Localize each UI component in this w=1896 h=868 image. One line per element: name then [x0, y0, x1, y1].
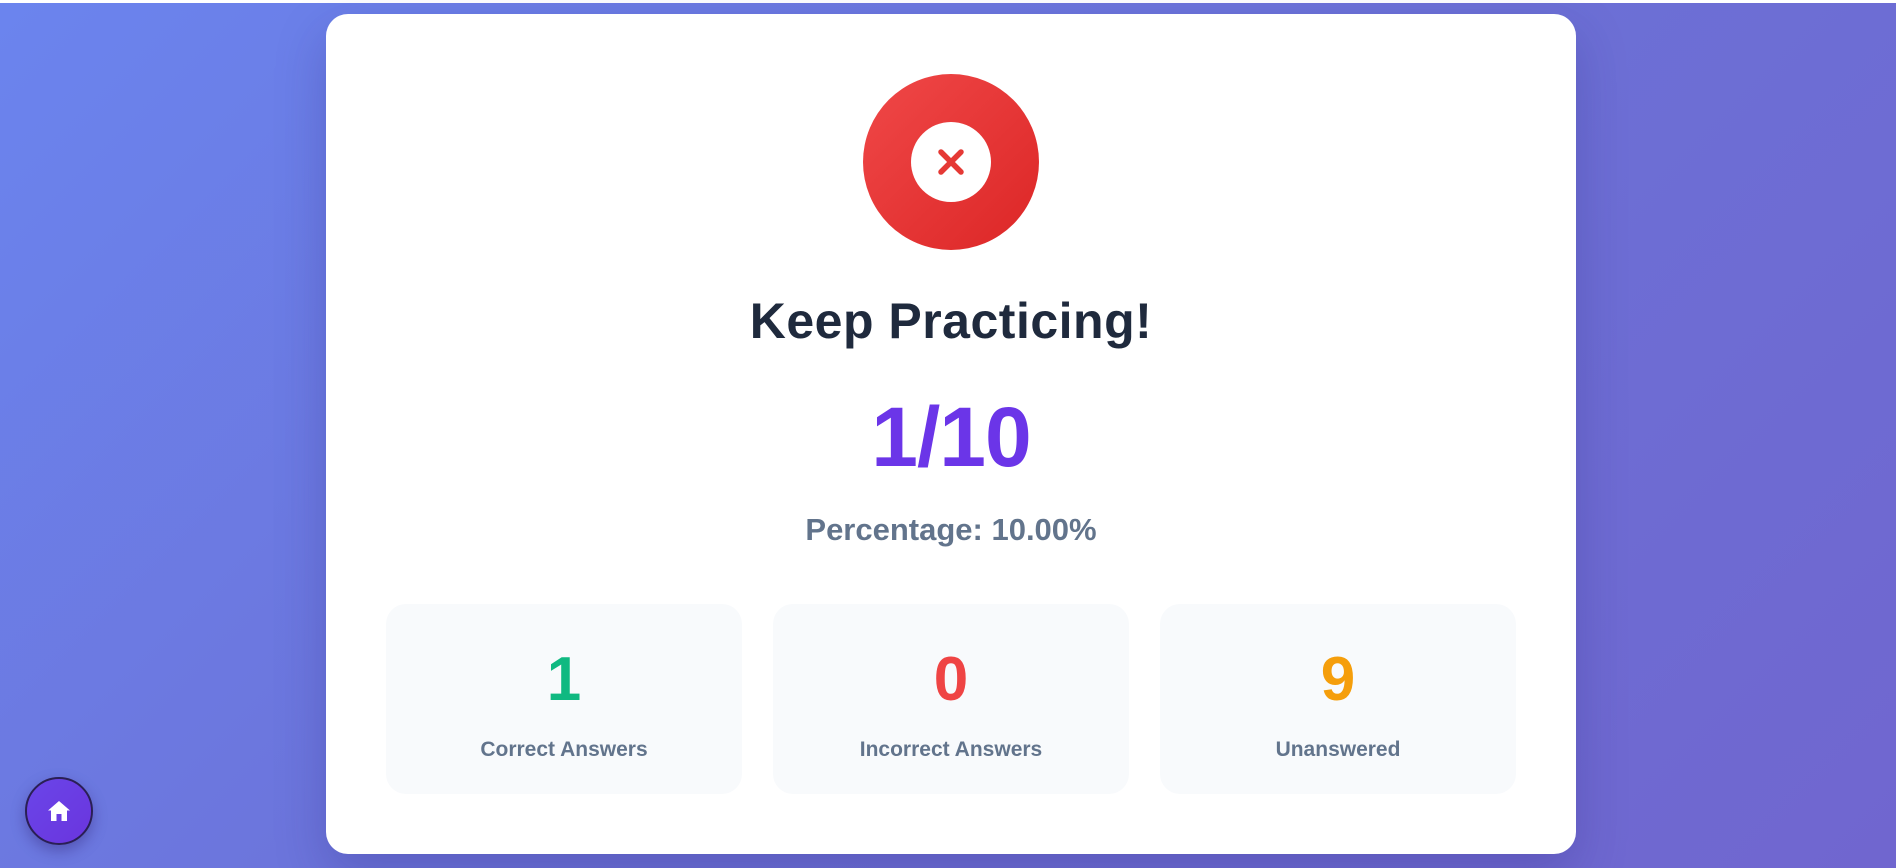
close-icon: [938, 149, 964, 175]
percentage-text: Percentage: 10.00%: [805, 512, 1097, 547]
score-value: 1/10: [871, 390, 1032, 484]
result-badge: [863, 74, 1039, 250]
stat-correct: 1 Correct Answers: [386, 604, 742, 794]
home-button[interactable]: [25, 777, 93, 845]
stat-unanswered: 9 Unanswered: [1160, 604, 1516, 794]
top-edge: [0, 0, 1896, 3]
stat-correct-value: 1: [546, 645, 582, 714]
stat-incorrect-value: 0: [933, 645, 969, 714]
results-card: Keep Practicing! 1/10 Percentage: 10.00%…: [326, 14, 1576, 854]
stat-incorrect: 0 Incorrect Answers: [773, 604, 1129, 794]
stat-unanswered-label: Unanswered: [1275, 738, 1401, 761]
stat-correct-label: Correct Answers: [480, 738, 648, 761]
stat-unanswered-value: 9: [1320, 645, 1356, 714]
stat-incorrect-label: Incorrect Answers: [859, 738, 1043, 761]
result-title: Keep Practicing!: [749, 293, 1153, 349]
badge-inner-circle: [911, 122, 991, 202]
home-icon: [48, 801, 70, 821]
